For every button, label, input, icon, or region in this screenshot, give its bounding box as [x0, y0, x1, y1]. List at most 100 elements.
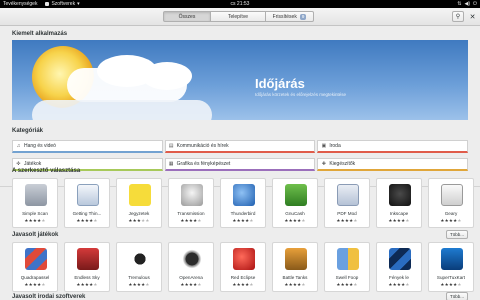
app-icon	[129, 248, 151, 270]
app-tile[interactable]: Tremulous ★★★★★	[116, 242, 162, 292]
search-button[interactable]: ⚲	[452, 11, 464, 22]
app-rating-stars: ★★★★★	[377, 218, 421, 224]
categories-grid: ♫ Hang és videó ▤ Kommunikáció és hírek ▣ I…	[12, 140, 468, 171]
app-icon	[389, 248, 411, 270]
star-icon: ★	[457, 218, 462, 223]
tab-label: Összes	[178, 13, 196, 20]
star-icon: ★	[405, 282, 410, 287]
app-menu-button[interactable]: Szoftverek ▾	[45, 1, 80, 7]
games-row: Quadrapassel ★★★★★ Endless Sky ★★★★★ Tremulo…	[12, 242, 474, 292]
app-rating-stars: ★★★★★	[221, 282, 265, 288]
tab-updates[interactable]: Frissítések 9	[266, 11, 314, 22]
app-tile[interactable]: PDF Mod ★★★★★	[324, 178, 370, 228]
tab-label: Telepítve	[227, 13, 248, 20]
app-tile[interactable]: Geary ★★★★★	[428, 178, 474, 228]
app-icon	[389, 184, 411, 206]
app-rating-stars: ★★★★★	[13, 218, 57, 224]
app-rating-stars: ★★★★★	[169, 282, 213, 288]
games-more-button[interactable]: Több...	[446, 230, 468, 239]
system-top-bar: Tevékenységek Szoftverek ▾ cs 21:53 ⇅ ◀)…	[0, 0, 480, 8]
editors-picks-heading: A szerkesztő választása	[12, 168, 81, 174]
star-icon: ★	[145, 218, 150, 223]
app-tile[interactable]: GnuCash ★★★★★	[272, 178, 318, 228]
categories-heading: Kategóriák	[12, 128, 44, 134]
app-name: Jegyzetek	[128, 211, 150, 216]
system-menu[interactable]: ⇅ ◀) ⏻	[457, 1, 477, 7]
app-icon	[25, 184, 47, 206]
app-icon	[77, 248, 99, 270]
app-icon	[233, 248, 255, 270]
app-tile[interactable]: Thunderbird ★★★★★	[220, 178, 266, 228]
category-communication[interactable]: ▤ Kommunikáció és hírek	[164, 140, 316, 153]
cloud-icon	[32, 100, 212, 120]
app-tile[interactable]: Quadrapassel ★★★★★	[12, 242, 58, 292]
games-heading: Javasolt játékok	[12, 232, 59, 238]
network-icon: ⇅	[457, 1, 462, 7]
app-tile[interactable]: Fények le ★★★★★	[376, 242, 422, 292]
app-icon	[181, 248, 203, 270]
app-tile[interactable]: Transmission ★★★★★	[168, 178, 214, 228]
star-icon: ★	[249, 282, 254, 287]
office-more-button[interactable]: Több...	[446, 292, 468, 300]
app-name: Geary	[444, 211, 458, 216]
activities-button[interactable]: Tevékenységek	[3, 1, 37, 7]
star-icon: ★	[249, 218, 254, 223]
app-name: SuperTuxKart	[436, 275, 466, 280]
category-label: Grafika és fényképészet	[176, 161, 231, 167]
app-rating-stars: ★★★★★	[273, 282, 317, 288]
category-graphics[interactable]: ▦ Grafika és fényképészet	[164, 158, 316, 171]
app-name: Red Eclipse	[230, 275, 256, 280]
tab-all[interactable]: Összes	[163, 11, 211, 22]
app-tile[interactable]: Simple Scan ★★★★★	[12, 178, 58, 228]
app-name: GnuCash	[285, 211, 305, 216]
app-name: PDF Mod	[337, 211, 357, 216]
app-tile[interactable]: SuperTuxKart ★★★★★	[428, 242, 474, 292]
category-label: Iroda	[329, 143, 341, 149]
category-audio-video[interactable]: ♫ Hang és videó	[12, 140, 163, 153]
star-icon: ★	[93, 282, 98, 287]
app-icon	[441, 184, 463, 206]
app-rating-stars: ★★★★★	[325, 218, 369, 224]
software-icon	[45, 2, 50, 6]
app-rating-stars: ★★★★★	[429, 282, 473, 288]
app-tile[interactable]: Getting Thin... ★★★★★	[64, 178, 110, 228]
featured-banner[interactable]: Időjárás Időjárás körzetek és előrejelzé…	[12, 40, 468, 120]
app-tile[interactable]: Inkscape ★★★★★	[376, 178, 422, 228]
app-name: Quadrapassel	[20, 275, 50, 280]
star-icon: ★	[197, 218, 202, 223]
volume-icon: ◀)	[464, 1, 471, 7]
tab-installed[interactable]: Telepítve	[211, 11, 266, 22]
app-icon	[233, 184, 255, 206]
category-office[interactable]: ▣ Iroda	[317, 140, 468, 153]
star-icon: ★	[353, 282, 358, 287]
star-icon: ★	[301, 282, 306, 287]
star-icon: ★	[353, 218, 358, 223]
app-rating-stars: ★★★★★	[377, 282, 421, 288]
star-icon: ★	[41, 282, 46, 287]
star-icon: ★	[457, 282, 462, 287]
app-icon	[441, 248, 463, 270]
featured-title: Időjárás	[255, 76, 305, 91]
header-bar: Összes Telepítve Frissítések 9 ⚲ ✕	[0, 8, 480, 26]
app-tile[interactable]: OpenArena ★★★★★	[168, 242, 214, 292]
app-name: OpenArena	[179, 275, 203, 280]
app-tile[interactable]: Battle Tanks ★★★★★	[272, 242, 318, 292]
app-name: Getting Thin...	[72, 211, 102, 216]
puzzle-icon: ✚	[321, 160, 326, 167]
app-tile[interactable]: Swell Foop ★★★★★	[324, 242, 370, 292]
app-rating-stars: ★★★★★	[221, 218, 265, 224]
editors-picks-row: Simple Scan ★★★★★ Getting Thin... ★★★★★ Jegy…	[12, 178, 474, 228]
updates-count-badge: 9	[299, 13, 307, 20]
app-icon	[25, 248, 47, 270]
category-addons[interactable]: ✚ Kiegészítők	[317, 158, 468, 171]
gamepad-icon: ✜	[16, 160, 21, 167]
app-rating-stars: ★★★★★	[169, 218, 213, 224]
app-icon	[337, 184, 359, 206]
app-tile[interactable]: Endless Sky ★★★★★	[64, 242, 110, 292]
star-icon: ★	[41, 218, 46, 223]
app-tile[interactable]: Red Eclipse ★★★★★	[220, 242, 266, 292]
clock[interactable]: cs 21:53	[231, 1, 250, 7]
close-button[interactable]: ✕	[467, 11, 478, 22]
app-icon	[285, 248, 307, 270]
app-tile[interactable]: Jegyzetek ★★★★★	[116, 178, 162, 228]
